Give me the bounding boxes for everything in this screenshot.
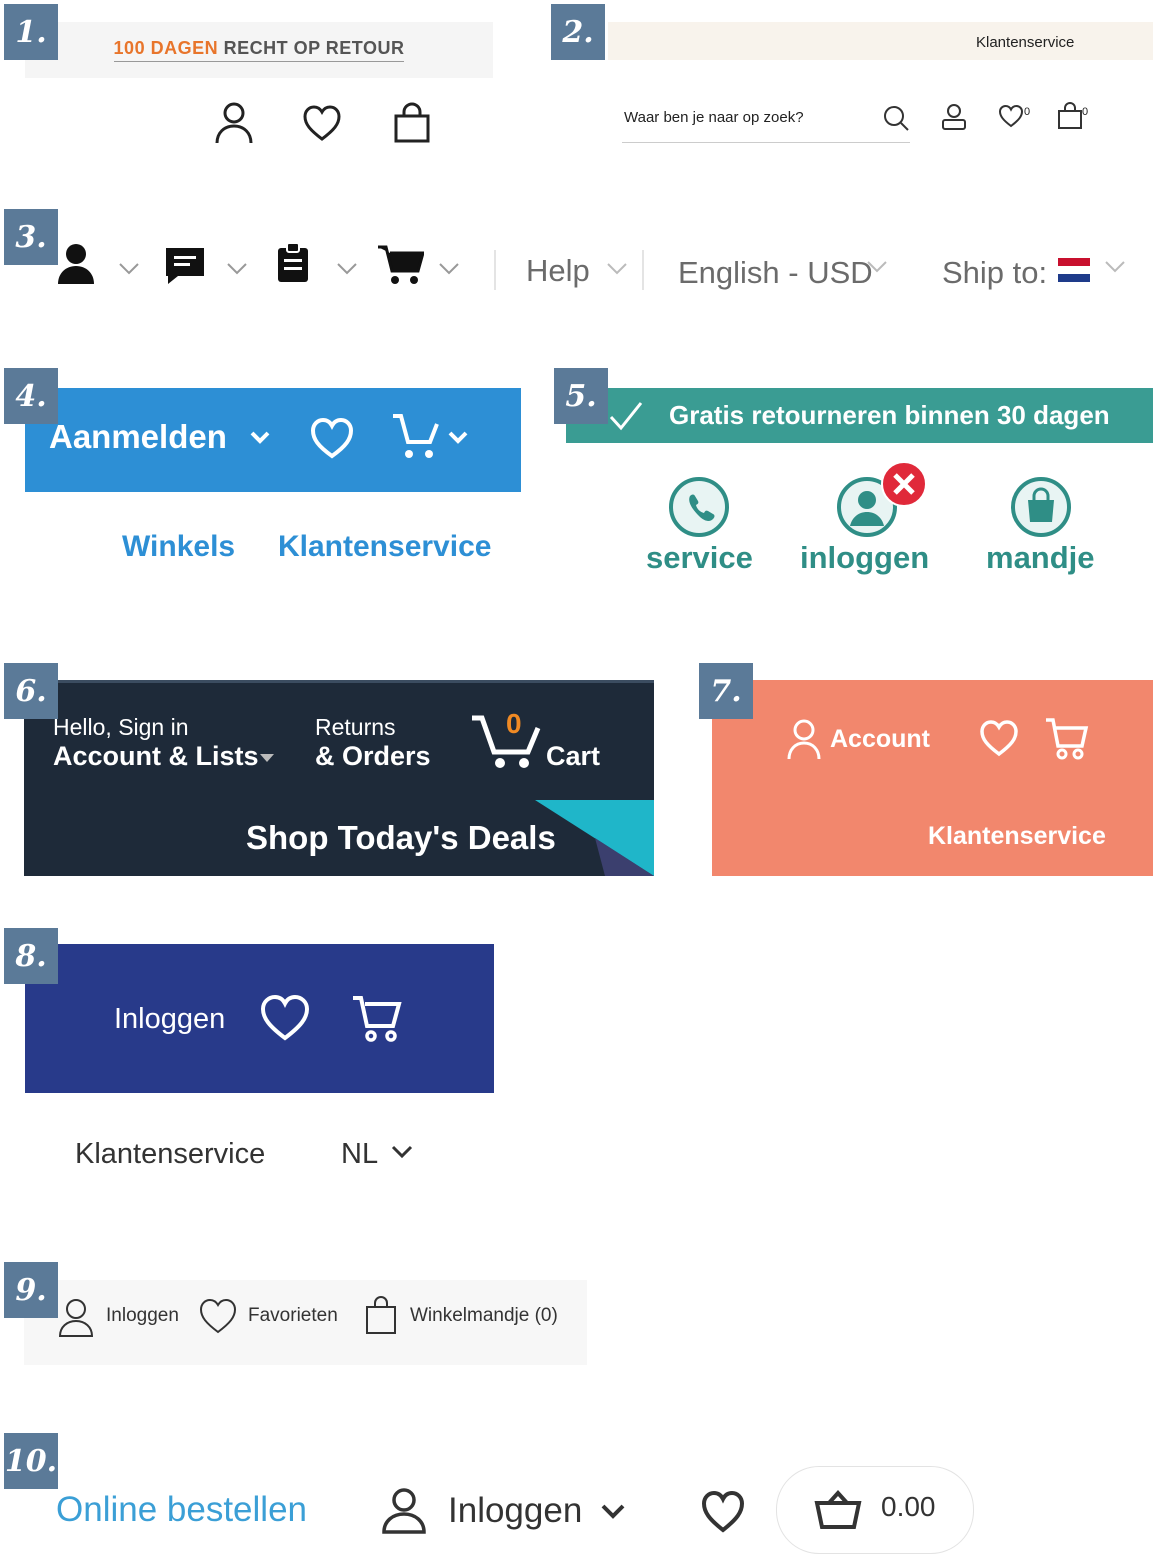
p8-customer-service-link[interactable]: Klantenservice bbox=[75, 1138, 265, 1171]
p2-customer-service-link[interactable]: Klantenservice bbox=[976, 34, 1074, 51]
p6-header: Hello, Sign in Account & Lists Returns &… bbox=[24, 680, 654, 876]
label-2: 2. bbox=[551, 4, 605, 60]
chevron-down-icon[interactable] bbox=[118, 262, 140, 276]
p6-returns-text: Returns bbox=[315, 714, 396, 740]
chevron-down-icon[interactable] bbox=[390, 1144, 414, 1160]
check-icon bbox=[608, 400, 644, 432]
user-icon[interactable] bbox=[940, 102, 968, 132]
p5-banner-text: Gratis retourneren binnen 30 dagen bbox=[669, 400, 1110, 430]
p6-account-lists-menu[interactable]: Account & Lists bbox=[53, 741, 259, 772]
heart-icon[interactable] bbox=[198, 1297, 238, 1335]
p10-order-online-link[interactable]: Online bestellen bbox=[56, 1490, 307, 1530]
p4-header-bar: Aanmelden bbox=[25, 388, 521, 492]
p4-signin-button[interactable]: Aanmelden bbox=[49, 418, 227, 456]
p5-free-returns-banner: Gratis retourneren binnen 30 dagen bbox=[566, 388, 1153, 443]
chevron-down-icon[interactable] bbox=[438, 262, 460, 276]
p6-deals-link[interactable]: Shop Today's Deals bbox=[246, 819, 556, 857]
chevron-down-icon[interactable] bbox=[249, 430, 271, 446]
p2-search-placeholder: Waar ben je naar op zoek? bbox=[624, 109, 804, 126]
p10-cart-button[interactable]: 0.00 bbox=[776, 1466, 974, 1554]
user-icon[interactable] bbox=[56, 1296, 96, 1340]
chevron-down-icon[interactable] bbox=[447, 430, 469, 446]
p6-top-border bbox=[24, 680, 654, 683]
p5-login-label[interactable]: inloggen bbox=[800, 540, 929, 576]
p10-cart-amount: 0.00 bbox=[881, 1491, 936, 1522]
p2-search-field[interactable]: Waar ben je naar op zoek? bbox=[622, 98, 910, 143]
basket-icon bbox=[813, 1489, 863, 1531]
chevron-down-icon[interactable] bbox=[226, 262, 248, 276]
p7-account-link[interactable]: Account bbox=[830, 725, 930, 754]
p6-cart-label[interactable]: Cart bbox=[546, 741, 600, 772]
cart-icon[interactable] bbox=[378, 244, 424, 286]
label-6: 6. bbox=[4, 663, 58, 719]
user-icon[interactable] bbox=[380, 1486, 428, 1536]
heart-icon[interactable] bbox=[699, 1488, 747, 1534]
p6-cart-count: 0 bbox=[506, 708, 522, 739]
p1-banner-text: RECHT OP RETOUR bbox=[218, 38, 405, 58]
p5-cart-label[interactable]: mandje bbox=[986, 540, 1095, 576]
cart-icon[interactable] bbox=[351, 994, 405, 1044]
p3-help-menu[interactable]: Help bbox=[526, 253, 590, 289]
p5-service-label[interactable]: service bbox=[646, 540, 753, 576]
search-icon[interactable] bbox=[882, 104, 910, 132]
cart-icon[interactable] bbox=[1044, 716, 1090, 762]
p8-login-link[interactable]: Inloggen bbox=[114, 1003, 225, 1036]
p4-stores-link[interactable]: Winkels bbox=[122, 530, 235, 564]
label-7: 7. bbox=[699, 663, 753, 719]
p4-customer-service-link[interactable]: Klantenservice bbox=[278, 530, 491, 564]
bag-icon[interactable] bbox=[1057, 102, 1083, 130]
p8-language-selector[interactable]: NL bbox=[341, 1138, 378, 1171]
chevron-down-icon[interactable] bbox=[600, 1503, 626, 1521]
divider bbox=[494, 250, 496, 290]
label-4: 4. bbox=[4, 368, 58, 424]
p9-header: Inloggen Favorieten Winkelmandje (0) bbox=[24, 1280, 587, 1365]
heart-icon[interactable] bbox=[258, 992, 312, 1042]
p6-hello-text: Hello, Sign in bbox=[53, 714, 189, 740]
bag-icon[interactable] bbox=[392, 102, 432, 144]
caret-down-icon[interactable] bbox=[260, 754, 274, 762]
chevron-down-icon[interactable] bbox=[336, 262, 358, 276]
clipboard-icon[interactable] bbox=[276, 242, 310, 284]
p8-header: Inloggen bbox=[25, 944, 494, 1093]
user-icon[interactable] bbox=[212, 100, 256, 146]
p3-language-selector[interactable]: English - USD bbox=[678, 255, 873, 291]
flag-nl-icon bbox=[1058, 258, 1090, 282]
chevron-down-icon[interactable] bbox=[866, 260, 888, 274]
chevron-down-icon[interactable] bbox=[1104, 260, 1126, 274]
close-icon[interactable] bbox=[880, 460, 928, 508]
p10-login-menu[interactable]: Inloggen bbox=[448, 1491, 582, 1531]
divider bbox=[642, 250, 644, 290]
heart-icon[interactable] bbox=[998, 104, 1024, 128]
bag-icon[interactable] bbox=[1010, 476, 1072, 538]
label-1: 1. bbox=[4, 4, 58, 60]
p6-orders-link[interactable]: & Orders bbox=[315, 741, 431, 772]
phone-icon[interactable] bbox=[668, 476, 730, 538]
label-3: 3. bbox=[4, 209, 58, 265]
label-5: 5. bbox=[554, 368, 608, 424]
p2-bag-count: 0 bbox=[1082, 106, 1089, 118]
p7-header: Account Klantenservice bbox=[712, 680, 1153, 876]
p2-fav-count: 0 bbox=[1024, 106, 1031, 118]
heart-icon[interactable] bbox=[978, 718, 1020, 758]
cart-icon[interactable] bbox=[391, 412, 443, 462]
label-8: 8. bbox=[4, 928, 58, 984]
label-10: 10. bbox=[4, 1433, 58, 1489]
p9-cart-link[interactable]: Winkelmandje (0) bbox=[410, 1305, 558, 1327]
p1-banner-highlight: 100 DAGEN bbox=[113, 38, 219, 58]
heart-icon[interactable] bbox=[302, 104, 342, 142]
p7-customer-service-link[interactable]: Klantenservice bbox=[928, 822, 1106, 851]
p1-return-banner: 100 DAGEN RECHT OP RETOUR bbox=[25, 22, 493, 78]
p9-favorites-link[interactable]: Favorieten bbox=[248, 1305, 338, 1327]
user-icon[interactable] bbox=[786, 718, 822, 760]
heart-icon[interactable] bbox=[309, 416, 355, 460]
chevron-down-icon[interactable] bbox=[606, 262, 628, 276]
chat-icon[interactable] bbox=[164, 246, 206, 286]
bag-icon[interactable] bbox=[364, 1296, 398, 1336]
user-icon[interactable] bbox=[56, 242, 96, 284]
p2-topbar: Klantenservice bbox=[608, 22, 1153, 60]
p9-login-link[interactable]: Inloggen bbox=[106, 1305, 179, 1327]
p3-ship-to[interactable]: Ship to: bbox=[942, 255, 1047, 291]
label-9: 9. bbox=[4, 1262, 58, 1318]
